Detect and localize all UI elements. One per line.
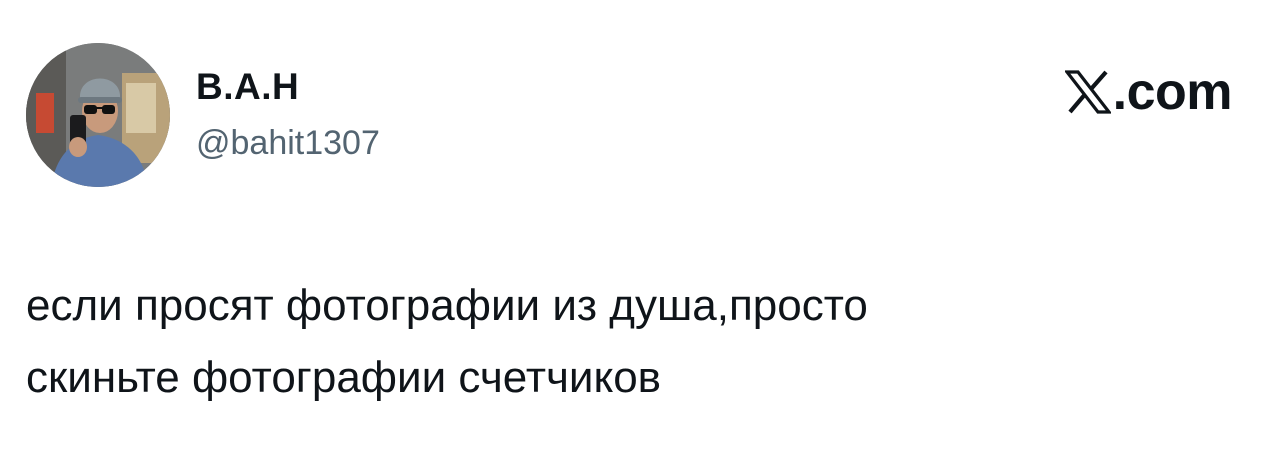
user-handle[interactable]: @bahit1307 — [196, 124, 380, 163]
avatar[interactable] — [26, 43, 170, 187]
profile-photo — [26, 43, 170, 187]
tweet-text-line: если просят фотографии из душа,просто — [26, 281, 868, 330]
brand-watermark: .com — [1064, 62, 1233, 122]
tweet-text: если просят фотографии из душа,просто ск… — [26, 270, 1226, 414]
display-name[interactable]: В.А.Н — [196, 66, 299, 108]
brand-domain-text: .com — [1112, 63, 1233, 121]
x-logo-icon — [1064, 70, 1111, 114]
tweet-text-line: скиньте фотографии счетчиков — [26, 353, 662, 402]
